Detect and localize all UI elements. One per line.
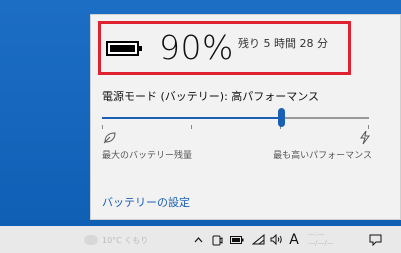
slider-left-label: 最大のバッテリー残量 (102, 151, 193, 161)
notification-center-button[interactable] (366, 226, 384, 253)
camera-icon (212, 235, 223, 245)
clock[interactable]: —:— —/—/— (308, 230, 334, 248)
wifi-icon (251, 234, 264, 245)
slider-tick (368, 125, 369, 129)
network-tray-button[interactable] (250, 226, 266, 253)
leaf-icon (103, 132, 116, 144)
taskbar: 10°C くもり A —:— —/—/— (0, 226, 401, 253)
ime-mode-indicator: A (289, 231, 299, 248)
battery-settings-link[interactable]: バッテリーの設定 (102, 194, 190, 210)
show-hidden-icons-button[interactable] (191, 226, 205, 253)
battery-percentage: 90% (159, 28, 234, 67)
weather-widget[interactable]: 10°C くもり (84, 233, 148, 247)
weather-text: 10°C くもり (102, 235, 149, 245)
clock-date: —/—/— (308, 239, 334, 247)
chevron-up-icon (194, 236, 202, 242)
battery-remaining-time: 残り 5 時間 28 分 (238, 37, 328, 50)
power-mode-slider-thumb[interactable] (277, 108, 285, 127)
volume-tray-button[interactable] (268, 226, 284, 253)
power-mode-label: 電源モード (バッテリー): 高パフォーマンス (102, 90, 320, 103)
meet-now-button[interactable] (209, 226, 225, 253)
notification-icon (369, 234, 381, 246)
clock-time: —:— (308, 230, 325, 238)
battery-tray-button[interactable] (228, 226, 246, 253)
slider-right-label: 最も高いパフォーマンス (273, 151, 372, 161)
cloud-icon (84, 235, 98, 245)
lightning-icon (360, 130, 370, 145)
power-mode-slider-fill (102, 117, 281, 119)
slider-tick (102, 125, 103, 129)
slider-tick (191, 125, 192, 129)
power-mode-slider-track[interactable] (102, 117, 369, 119)
speaker-icon (270, 234, 282, 245)
battery-tray-icon (230, 235, 244, 244)
ime-mode-button[interactable]: A (286, 226, 302, 253)
battery-icon (106, 41, 142, 56)
battery-flyout: 90% 残り 5 時間 28 分 電源モード (バッテリー): 高パフォーマンス… (90, 14, 401, 220)
